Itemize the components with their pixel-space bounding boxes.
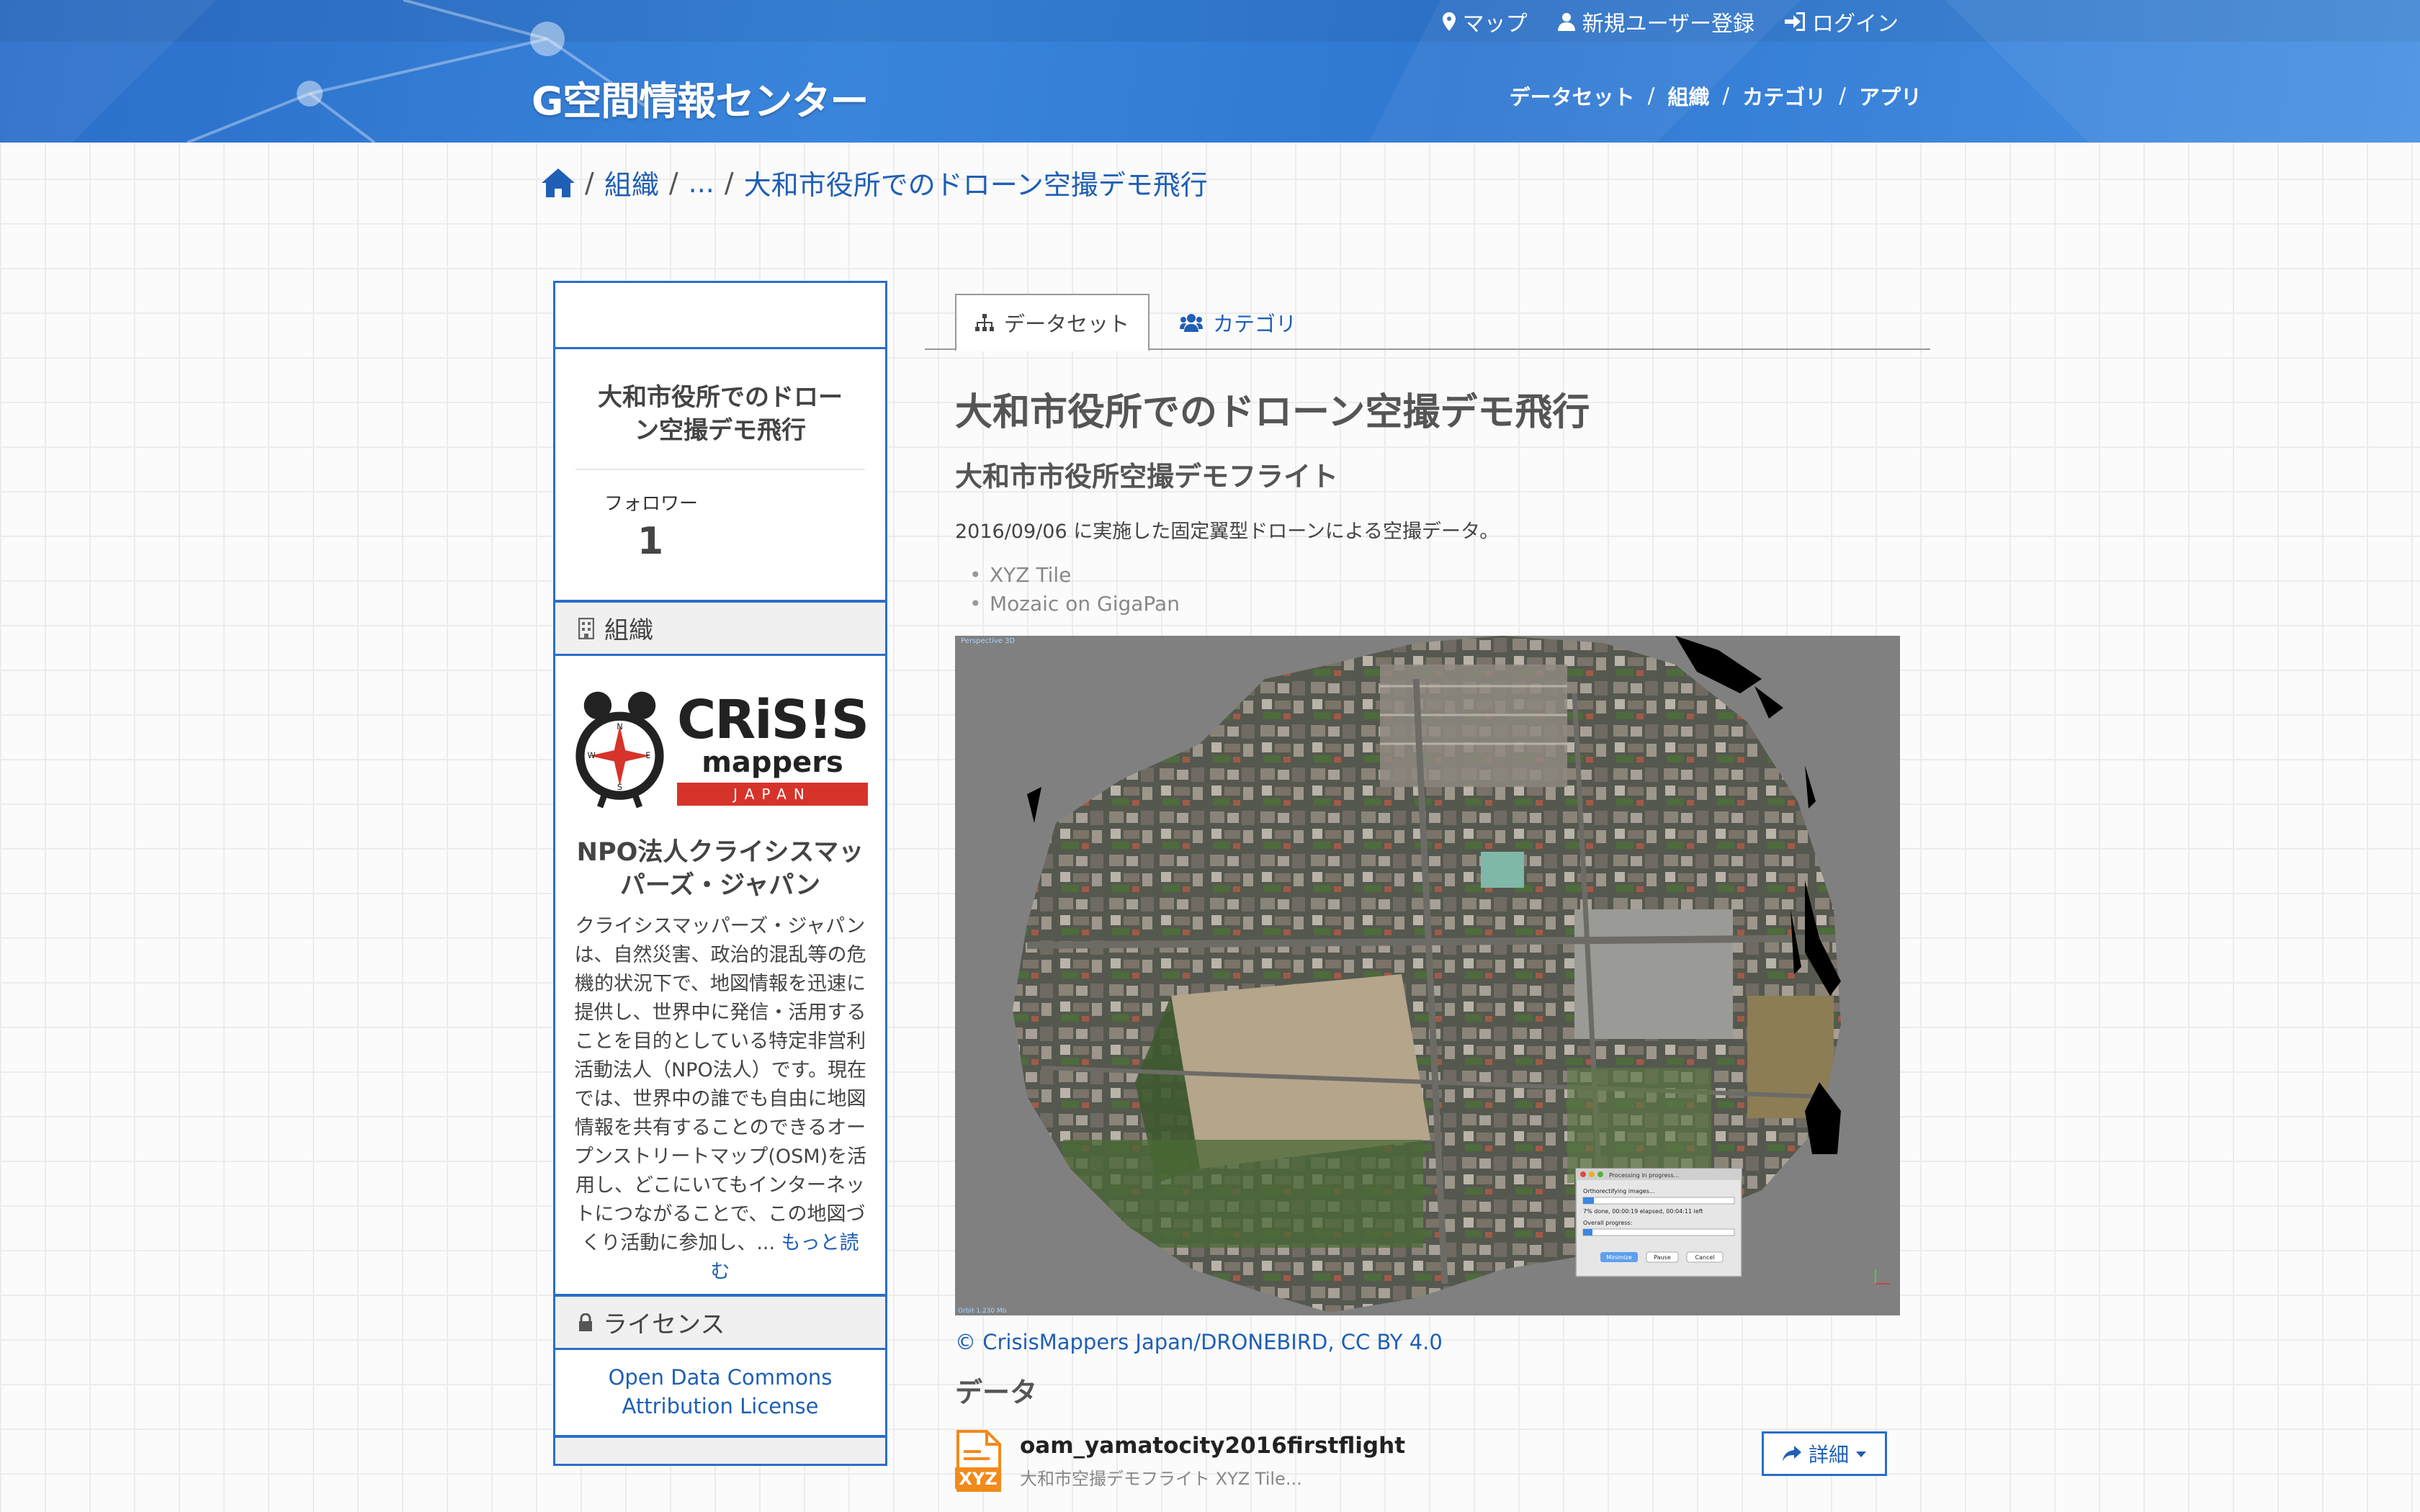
dialog-cancel-label: Cancel	[1695, 1254, 1714, 1261]
followers-label: フォロワー	[604, 493, 699, 515]
group-description: 2016/09/06 に実施した固定翼型ドローンによる空撮データ。	[955, 521, 1500, 543]
svg-text:E: E	[645, 750, 650, 760]
license-block: Open Data Commons Attribution License	[555, 1350, 885, 1435]
share-icon	[1782, 1446, 1801, 1462]
nav-datasets[interactable]: データセット	[1510, 81, 1635, 111]
dialog-line-2: 7% done, 00:00:19 elapsed, 00:04:11 left	[1583, 1208, 1703, 1215]
page-subtitle: 大和市市役所空撮デモフライト	[955, 461, 1339, 492]
network-pattern-decoration	[0, 0, 2420, 143]
organization-logo-text: CRiS!S mappers JAPAN	[677, 689, 869, 806]
tab-categories[interactable]: カテゴリ	[1161, 294, 1315, 351]
followers-count: 1	[637, 520, 664, 563]
alarm-clock-compass-icon: N S W E	[575, 691, 664, 809]
organization-block: N S W E CRiS!S mappers JAPAN NPO法人クライシスマッパ…	[555, 656, 885, 1294]
license-link[interactable]: Open Data Commons Attribution License	[609, 1365, 833, 1418]
dialog-minimize-label: Minimize	[1606, 1254, 1632, 1261]
dialog-line-1: Orthorectifying images...	[1583, 1188, 1655, 1194]
tab-datasets[interactable]: データセット	[955, 294, 1150, 351]
map-link[interactable]: マップ	[1442, 6, 1528, 37]
users-icon	[1180, 314, 1203, 332]
aerial-orthophoto-image: Perspective 3D Orbit 1.230 Mb Processing…	[955, 636, 1900, 1315]
image-credit-link[interactable]: © CrisisMappers Japan/DRONEBIRD, CC BY 4…	[955, 1330, 1903, 1354]
resource-name-link[interactable]: oam_yamatocity2016firstflight	[1020, 1433, 1405, 1459]
caret-down-icon	[1856, 1452, 1866, 1457]
organization-logo[interactable]: N S W E CRiS!S mappers JAPAN	[573, 678, 869, 822]
nav-separator: /	[1839, 84, 1846, 108]
svg-text:W: W	[588, 750, 596, 760]
dialog-line-3: Overall progress:	[1583, 1220, 1632, 1226]
lock-icon	[579, 1313, 592, 1331]
dialog-title: Processing in progress...	[1609, 1172, 1679, 1179]
nav-apps[interactable]: アプリ	[1859, 81, 1922, 111]
page-title: 大和市役所でのドローン空撮デモ飛行	[955, 391, 1590, 434]
resource-detail-label: 詳細	[1808, 1443, 1849, 1467]
organization-description: クライシスマッパーズ・ジャパンは、自然災害、政治的混乱等の危機的状況下で、地図情…	[573, 912, 868, 1287]
organization-description-text: クライシスマッパーズ・ジャパンは、自然災害、政治的混乱等の危機的状況下で、地図情…	[573, 915, 867, 1254]
data-heading: データ	[955, 1377, 1038, 1408]
register-link-label: 新規ユーザー登録	[1582, 12, 1754, 37]
site-header: マップ 新規ユーザー登録 ログイン G空間情報センター データセット / 組織 …	[0, 0, 2420, 143]
resource-info: oam_yamatocity2016firstflight 大和市空撮デモフライ…	[1020, 1433, 1405, 1490]
breadcrumb-ellipsis[interactable]: ...	[689, 167, 714, 199]
resource-item: XYZ oam_yamatocity2016firstflight 大和市空撮デ…	[955, 1428, 1903, 1493]
processing-dialog: Processing in progress... Orthorectifyin…	[1575, 1168, 1742, 1277]
sign-in-icon	[1785, 12, 1805, 31]
resource-detail-button[interactable]: 詳細	[1762, 1431, 1887, 1476]
register-link[interactable]: 新規ユーザー登録	[1557, 6, 1754, 37]
xyz-file-icon: XYZ	[955, 1430, 1001, 1492]
dialog-overall-progress-bar	[1583, 1229, 1592, 1236]
home-icon[interactable]	[542, 168, 575, 197]
breadcrumb-organizations[interactable]: 組織	[604, 163, 659, 202]
content-tabs: データセット カテゴリ	[925, 294, 1930, 351]
login-link[interactable]: ログイン	[1785, 6, 1899, 37]
resource-description: 大和市空撮デモフライト XYZ Tile...	[1020, 1468, 1302, 1489]
logo-line-3: JAPAN	[677, 783, 868, 806]
next-section-header	[555, 1435, 885, 1464]
license-section-header: ライセンス	[555, 1294, 885, 1350]
nav-organizations[interactable]: 組織	[1667, 81, 1709, 111]
xyz-tile-link[interactable]: XYZ Tile	[990, 563, 1071, 587]
tab-datasets-label: データセット	[1004, 312, 1130, 336]
map-link-label: マップ	[1462, 12, 1528, 37]
user-icon	[1557, 13, 1575, 31]
organization-section-header: 組織	[555, 600, 885, 656]
svg-text:S: S	[617, 782, 622, 792]
nav-categories[interactable]: カテゴリ	[1742, 81, 1826, 111]
main-content: 大和市役所でのドローン空撮デモ飛行 大和市市役所空撮デモフライト 2016/09…	[955, 382, 1903, 1493]
svg-text:N: N	[617, 721, 623, 732]
resource-link-list: XYZ Tile Mozaic on GigaPan	[955, 561, 1903, 618]
main-nav: データセット / 組織 / カテゴリ / アプリ	[1510, 81, 1922, 111]
nav-separator: /	[1722, 84, 1730, 108]
resource-format-label: XYZ	[959, 1469, 997, 1489]
breadcrumb-separator: /	[724, 166, 734, 199]
group-title: 大和市役所でのドローン空撮デモ飛行	[575, 349, 865, 470]
sidebar: 大和市役所でのドローン空撮デモ飛行 フォロワー 1 組織 N S W E CRi…	[553, 281, 887, 1466]
list-item: XYZ Tile	[969, 561, 1903, 590]
group-image-area	[555, 283, 885, 349]
building-icon	[578, 617, 594, 639]
sitemap-icon	[975, 314, 994, 331]
svg-text:Orbit 1.230 Mb: Orbit 1.230 Mb	[958, 1308, 1007, 1315]
organization-name[interactable]: NPO法人クライシスマッパーズ・ジャパン	[573, 836, 868, 902]
organization-section-label: 組織	[604, 616, 653, 645]
map-marker-icon	[1442, 12, 1456, 31]
breadcrumb-current[interactable]: 大和市役所でのドローン空撮デモ飛行	[744, 163, 1208, 202]
list-item: Mozaic on GigaPan	[969, 590, 1903, 618]
dialog-step-progress-bar	[1583, 1197, 1594, 1204]
gigapan-link[interactable]: Mozaic on GigaPan	[990, 592, 1180, 616]
tab-categories-label: カテゴリ	[1213, 312, 1297, 336]
breadcrumb-separator: /	[585, 166, 594, 199]
breadcrumb: / 組織 / ... / 大和市役所でのドローン空撮デモ飛行	[542, 163, 1208, 202]
dialog-pause-label: Pause	[1654, 1254, 1671, 1261]
account-links: マップ 新規ユーザー登録 ログイン	[1442, 6, 1899, 37]
logo-line-1: CRiS!S	[677, 689, 869, 751]
site-logo[interactable]: G空間情報センター	[532, 69, 869, 126]
license-section-label: ライセンス	[603, 1310, 725, 1339]
nav-separator: /	[1647, 84, 1655, 108]
logo-line-2: mappers	[702, 746, 843, 779]
login-link-label: ログイン	[1812, 12, 1899, 37]
breadcrumb-separator: /	[668, 166, 678, 199]
followers-block: フォロワー 1	[555, 470, 885, 600]
svg-text:Perspective 3D: Perspective 3D	[961, 637, 1015, 645]
